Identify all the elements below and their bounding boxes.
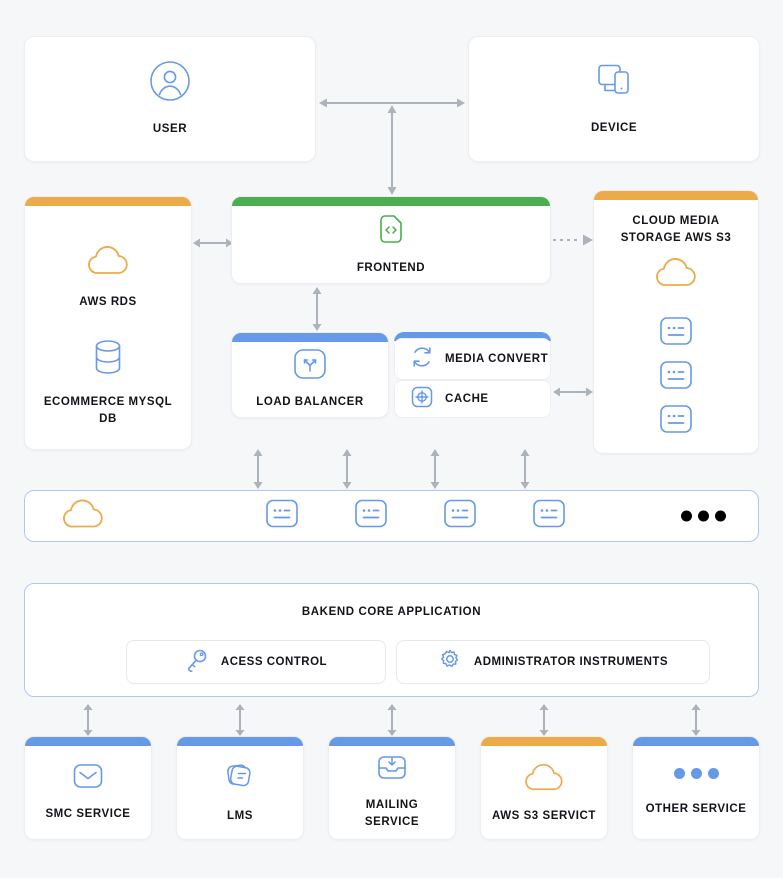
- arrow-to-instances-3: [428, 448, 442, 490]
- arrow-to-instances-2: [340, 448, 354, 490]
- administrator-instruments-module[interactable]: ADMINISTRATOR INSTRUMENTS: [396, 640, 710, 684]
- device-label: DEVICE: [590, 122, 638, 135]
- arrow-to-service-2: [233, 703, 247, 737]
- server-icon: [266, 499, 298, 533]
- frontend-accent-bar: [232, 197, 550, 206]
- server-icon: [660, 405, 692, 438]
- acess-control-module[interactable]: ACESS CONTROL: [126, 640, 386, 684]
- dot: [673, 767, 685, 779]
- user-card[interactable]: USER: [24, 36, 316, 162]
- backend-core-panel[interactable]: BAKEND CORE APPLICATION ACESS CONTROL AD…: [24, 583, 759, 697]
- monitor-phone-icon: [593, 61, 635, 106]
- arrow-to-service-1: [81, 703, 95, 737]
- sync-icon: [411, 346, 433, 373]
- lms-service-label: LMS: [227, 809, 253, 822]
- user-circle-icon: [149, 60, 191, 107]
- service-accent-bar: [329, 737, 455, 746]
- smc-service-card[interactable]: SMC SERVICE: [24, 736, 152, 840]
- ellipsis-dot: [698, 510, 709, 522]
- database-icon: [91, 337, 125, 382]
- server-icon: [660, 361, 692, 394]
- aws-rds-label: AWS RDS: [79, 296, 137, 309]
- loadbalancer-accent-bar: [232, 333, 388, 342]
- user-label: USER: [152, 123, 188, 136]
- cache-card[interactable]: CACHE: [394, 380, 551, 418]
- ellipsis-dot: [715, 510, 726, 522]
- media-convert-label: MEDIA CONVERT: [445, 353, 549, 365]
- load-balancer-card[interactable]: LOAD BALANCER: [231, 332, 389, 418]
- arrow-to-instances-1: [251, 448, 265, 490]
- lms-service-card[interactable]: LMS: [176, 736, 304, 840]
- arrow-to-instances-4: [518, 448, 532, 490]
- cloud-icon: [61, 497, 105, 536]
- arrow-frontend-storage: [552, 233, 594, 247]
- load-balancer-label: LOAD BALANCER: [256, 395, 364, 408]
- device-card[interactable]: DEVICE: [468, 36, 760, 162]
- arrow-users-frontend: [385, 104, 399, 196]
- aws-s3-service-label: AWS S3 SERVICT: [492, 809, 596, 822]
- inbox-download-icon: [377, 754, 407, 787]
- cache-label: CACHE: [445, 393, 489, 405]
- mysql-db-label: ECOMMERCE MYSQL DB: [43, 395, 173, 425]
- service-accent-bar: [25, 737, 151, 746]
- ellipsis-dot: [681, 510, 692, 522]
- other-service-card[interactable]: OTHER SERVICE: [632, 736, 760, 840]
- aws-s3-service-card[interactable]: AWS S3 SERVICT: [480, 736, 608, 840]
- frontend-label: FRONTEND: [356, 261, 426, 274]
- envelope-icon: [73, 763, 103, 794]
- server-icon: [660, 317, 692, 350]
- dot: [690, 767, 702, 779]
- cloud-icon: [86, 243, 130, 282]
- cards-icon: [225, 761, 255, 796]
- code-file-icon: [375, 213, 407, 250]
- backend-title: BAKEND CORE APPLICATION: [301, 606, 482, 618]
- cloud-icon: [654, 255, 698, 294]
- arrow-data-frontend: [192, 236, 234, 250]
- grid-plus-icon: [411, 386, 433, 413]
- arrow-frontend-loadbalancer: [310, 286, 324, 332]
- acess-control-label: ACESS CONTROL: [220, 656, 328, 668]
- architecture-diagram: USER DEVICE AWS RDS ECOMMERCE MYSQL DB F…: [0, 0, 783, 878]
- cloud-icon: [522, 761, 566, 798]
- service-accent-bar: [177, 737, 303, 746]
- gear-icon: [438, 648, 462, 677]
- ellipsis-icon[interactable]: [681, 510, 726, 522]
- frontend-card[interactable]: FRONTEND: [231, 196, 551, 284]
- cloud-media-storage-panel[interactable]: CLOUD MEDIA STORAGE AWS S3: [593, 190, 759, 454]
- dot: [707, 767, 719, 779]
- instances-bar[interactable]: [24, 490, 759, 542]
- other-service-label: OTHER SERVICE: [645, 802, 747, 815]
- mailing-service-card[interactable]: MAILING SERVICE: [328, 736, 456, 840]
- administrator-instruments-label: ADMINISTRATOR INSTRUMENTS: [473, 656, 669, 668]
- storage-accent-bar: [594, 191, 758, 200]
- arrow-to-service-4: [537, 703, 551, 737]
- server-icon: [533, 499, 565, 533]
- arrow-cache-storage: [552, 385, 594, 399]
- arrow-to-service-5: [689, 703, 703, 737]
- three-dots-icon: [673, 767, 719, 779]
- media-convert-card[interactable]: MEDIA CONVERT: [394, 338, 551, 380]
- storage-title: CLOUD MEDIA STORAGE AWS S3: [620, 215, 732, 244]
- service-accent-bar: [481, 737, 607, 746]
- smc-service-label: SMC SERVICE: [45, 807, 131, 820]
- load-balancer-icon: [294, 348, 326, 384]
- mailing-service-label: MAILING SERVICE: [364, 799, 420, 828]
- server-icon: [444, 499, 476, 533]
- key-icon: [185, 648, 209, 677]
- arrow-to-service-3: [385, 703, 399, 737]
- server-icon: [355, 499, 387, 533]
- service-accent-bar: [633, 737, 759, 746]
- data-layer-panel[interactable]: AWS RDS ECOMMERCE MYSQL DB: [24, 196, 192, 450]
- panel-accent-bar: [25, 197, 191, 206]
